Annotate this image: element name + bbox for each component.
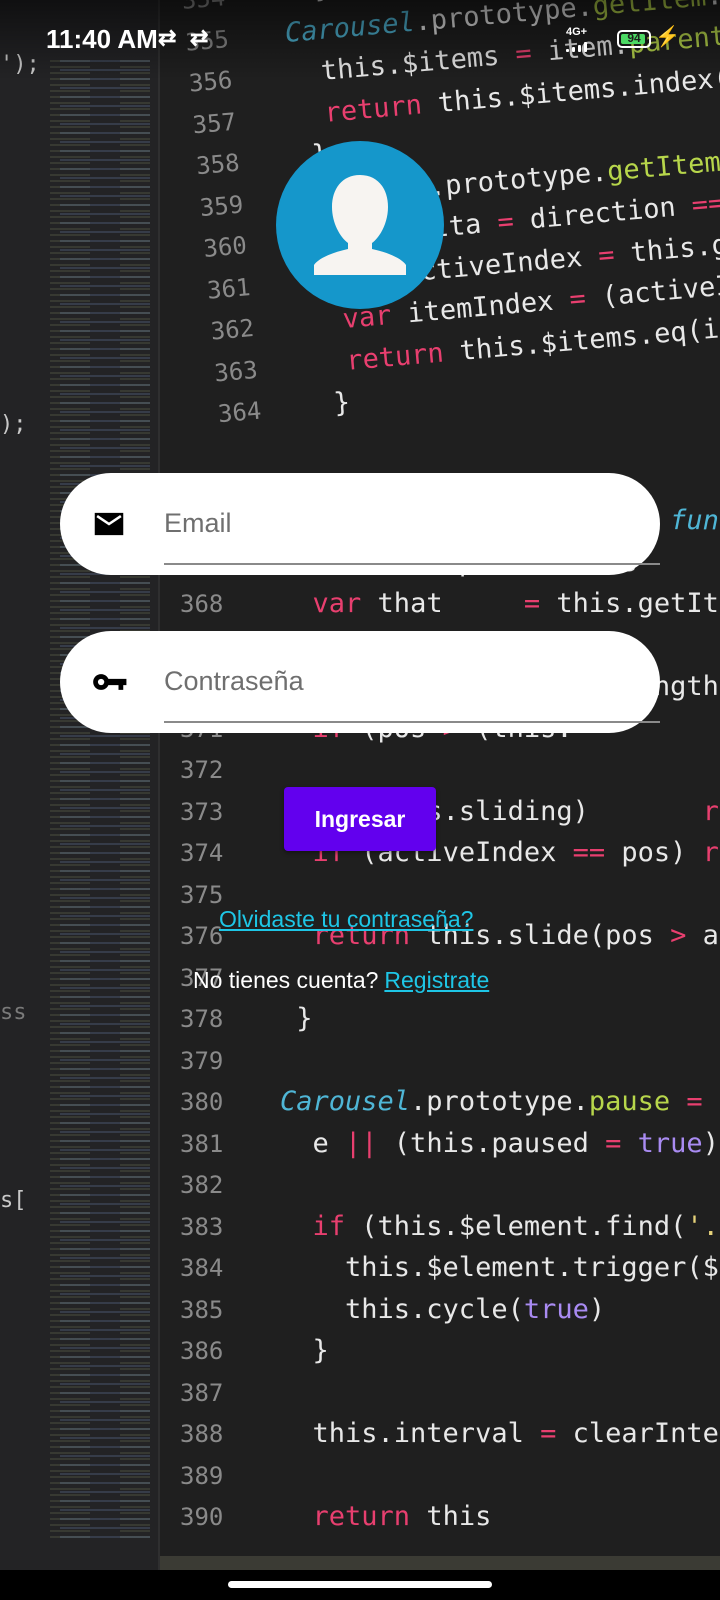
signal-icon: [566, 42, 594, 52]
user-avatar-icon: [276, 141, 444, 309]
sync-icon: ⇄: [190, 25, 209, 50]
status-bar: 11:40 AM ⇄ ⇄ 4G+ 94 ⚡: [0, 0, 720, 80]
status-time: 11:40 AM: [46, 24, 158, 54]
register-link[interactable]: Registrate: [384, 967, 489, 993]
background-minimap-overlay: [60, 60, 150, 1540]
background-sidebar: '); ); ss s[: [0, 0, 160, 1570]
background-code-fragment: );: [0, 412, 27, 437]
login-button[interactable]: Ingresar: [284, 787, 436, 851]
key-icon: [93, 674, 127, 690]
charging-icon: ⚡: [655, 26, 680, 48]
battery-icon: 94: [617, 30, 651, 48]
password-underline: [164, 721, 660, 723]
network-type: 4G+: [566, 26, 588, 38]
app-screen: '); ); ss s[ 354 } 355Carousel.prototype…: [0, 0, 720, 1600]
email-icon: [94, 512, 124, 536]
sync-icon: ⇄: [158, 25, 177, 50]
background-code-fragment: s[: [0, 1188, 27, 1213]
background-scroll-strip: [160, 1556, 720, 1570]
background-code-fragment: ss: [0, 1000, 27, 1025]
no-account-text: No tienes cuenta?: [193, 967, 379, 993]
email-underline: [164, 563, 660, 565]
battery-level: 94: [627, 31, 641, 45]
email-field[interactable]: [60, 473, 660, 575]
forgot-password-link[interactable]: Olvidaste tu contraseña?: [219, 906, 473, 933]
register-row: No tienes cuenta? Registrate: [193, 967, 489, 994]
password-field[interactable]: [60, 631, 660, 733]
email-input[interactable]: [164, 495, 630, 551]
password-input[interactable]: [164, 653, 630, 709]
home-indicator[interactable]: [228, 1581, 492, 1588]
